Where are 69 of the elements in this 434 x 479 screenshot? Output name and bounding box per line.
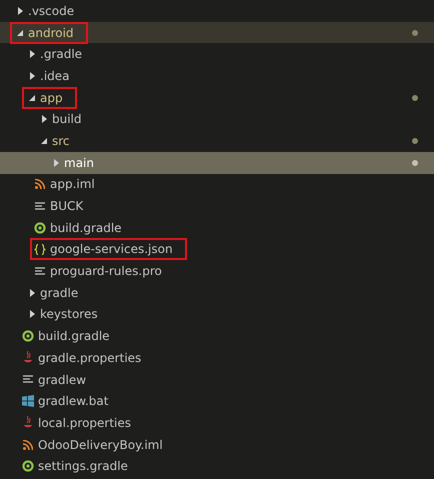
ring-icon (22, 330, 34, 342)
file-name: gradlew.bat (38, 393, 108, 410)
tree-row[interactable]: google-services.json (0, 238, 434, 260)
file-name: gradle.properties (38, 350, 142, 366)
collapsed-arrow-icon[interactable] (30, 50, 34, 58)
file-name: gradlew (38, 372, 86, 388)
feed-icon (35, 179, 45, 190)
selected-tree-row[interactable]: main (0, 152, 434, 174)
file-name: build.gradle (38, 328, 110, 344)
modified-dot (412, 94, 418, 101)
tree-row[interactable]: gradle.properties (0, 347, 434, 369)
modified-dot (412, 30, 418, 36)
modified-dot (412, 138, 418, 144)
tree-row[interactable]: build (0, 108, 434, 130)
ring-icon (22, 460, 34, 472)
expanded-arrow-icon[interactable] (17, 30, 23, 36)
collapsed-arrow-icon[interactable] (18, 6, 22, 15)
file-name: .gradle (40, 46, 82, 62)
collapsed-arrow-icon[interactable] (42, 115, 46, 124)
lines-icon (35, 202, 45, 211)
tree-row[interactable]: build.gradle (0, 216, 434, 239)
braces-icon (34, 244, 46, 255)
cup-icon (23, 416, 33, 430)
tree-row[interactable]: app.iml (0, 174, 434, 196)
file-name: main (64, 154, 94, 171)
file-name: local.properties (38, 414, 132, 431)
cup-icon (23, 351, 33, 364)
expanded-arrow-icon[interactable] (29, 94, 35, 101)
file-name: .idea (40, 68, 70, 84)
collapsed-arrow-icon[interactable] (30, 288, 34, 297)
tree-row[interactable]: app (0, 86, 434, 108)
file-name: keystores (40, 306, 98, 322)
file-name: app.iml (50, 176, 95, 192)
tree-row[interactable]: gradle (0, 282, 434, 304)
tree-row[interactable]: .vscode (0, 0, 434, 22)
file-name: OdooDeliveryBoy.iml (38, 436, 163, 453)
file-name: google-services.json (50, 241, 173, 258)
tree-row[interactable]: settings.gradle (0, 455, 434, 478)
collapsed-arrow-icon[interactable] (30, 72, 34, 80)
file-name: gradle (40, 284, 78, 301)
tree-row[interactable]: .idea (0, 65, 434, 87)
modified-dot (412, 160, 418, 166)
expanded-arrow-icon[interactable] (41, 138, 47, 144)
file-name: build (52, 111, 82, 128)
tree-row[interactable]: gradlew.bat (0, 390, 434, 412)
tree-row[interactable]: local.properties (0, 412, 434, 434)
tree-row[interactable]: .gradle (0, 43, 434, 66)
tree-row[interactable]: build.gradle (0, 325, 434, 347)
file-name: build.gradle (50, 220, 122, 236)
ring-icon (34, 222, 46, 234)
highlighted-tree-row[interactable]: android (0, 22, 434, 44)
file-name: .vscode (28, 2, 74, 19)
lines-icon (23, 375, 33, 384)
file-name: src (52, 132, 70, 149)
tree-row[interactable]: keystores (0, 304, 434, 326)
feed-icon (23, 440, 33, 450)
tree-row[interactable]: proguard-rules.pro (0, 260, 434, 282)
lines-icon (35, 266, 45, 276)
file-name: android (28, 24, 74, 41)
windows-icon (22, 395, 34, 408)
file-name: BUCK (50, 198, 84, 214)
file-name: proguard-rules.pro (50, 263, 162, 280)
file-name: app (40, 90, 63, 106)
collapsed-arrow-icon[interactable] (30, 310, 34, 318)
tree-row[interactable]: BUCK (0, 195, 434, 217)
file-name: settings.gradle (38, 458, 128, 474)
tree-row[interactable]: OdooDeliveryBoy.iml (0, 434, 434, 456)
tree-row[interactable]: src (0, 130, 434, 152)
tree-row[interactable]: gradlew (0, 368, 434, 390)
